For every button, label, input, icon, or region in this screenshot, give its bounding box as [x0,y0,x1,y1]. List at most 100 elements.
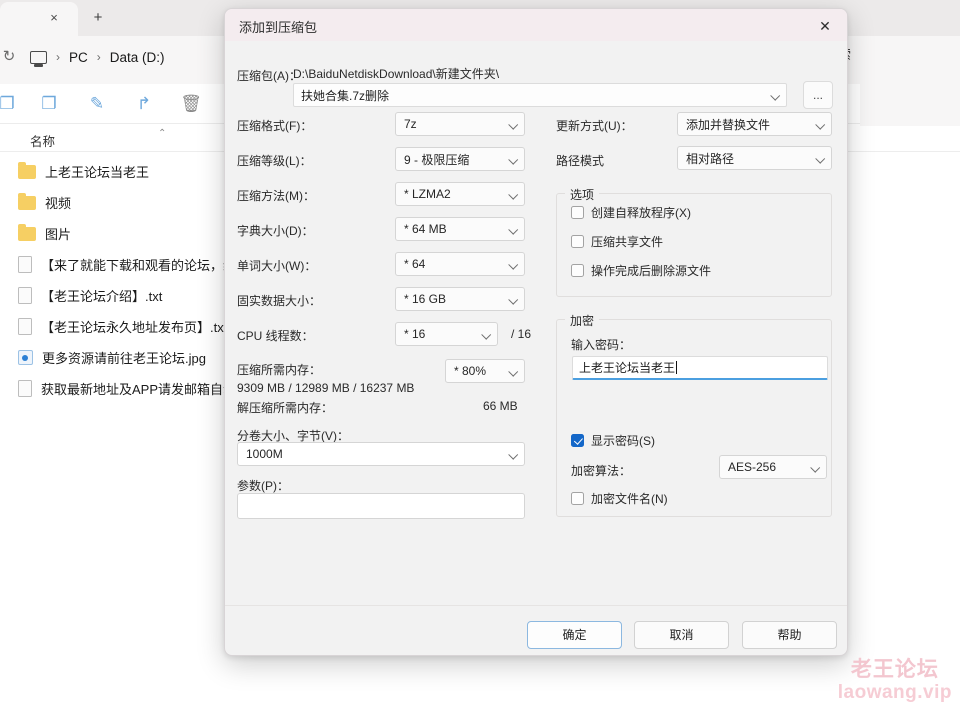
file-name: 【老王论坛永久地址发布页】.txt [41,320,228,335]
cpu-threads-label: CPU 线程数： [237,329,314,343]
file-name: 更多资源请前往老王论坛.jpg [42,351,206,366]
dictionary-size-label: 字典大小(D)： [237,224,314,238]
file-name: 【老王论坛介绍】.txt [41,289,163,304]
breadcrumb-item-data-d[interactable]: Data (D:) [110,50,165,65]
checkbox-label: 加密文件名(N) [591,492,668,506]
folder-icon [18,192,36,210]
dialog-title: 添加到压缩包 [239,20,318,35]
volume-size-input[interactable]: 1000M [237,442,525,466]
solid-block-size-label: 固实数据大小： [237,294,322,308]
breadcrumb-item-pc[interactable]: PC [69,50,88,65]
pc-icon [30,50,47,67]
encryption-algorithm-select[interactable]: AES-256 [719,455,827,479]
checkbox-delete-after[interactable]: 操作完成后删除源文件 [571,262,711,279]
document-icon [18,287,32,304]
dialog-separator [225,605,847,606]
format-select[interactable]: 7z [395,112,525,136]
update-mode-select[interactable]: 添加并替换文件 [677,112,832,136]
delete-icon[interactable]: 🗑 [178,92,204,116]
file-name: 图片 [45,227,72,242]
update-mode-value: 添加并替换文件 [686,117,771,132]
cpu-threads-value: * 16 [404,327,426,341]
screen: × + ↻ › PC › Data (D:) 索 ❐ ❐ ✎ ↱ 🗑 详细 名称… [0,0,960,708]
close-icon[interactable]: ✕ [811,15,839,37]
refresh-icon[interactable]: ↻ [0,44,22,70]
archive-name-input[interactable]: 扶她合集.7z删除 [293,83,787,107]
cpu-threads-total: / 16 [511,327,532,341]
options-group-title: 选项 [565,186,600,203]
dialog-body: 压缩包(A)： D:\BaiduNetdiskDownload\新建文件夹\ 扶… [225,41,847,655]
new-tab-icon[interactable]: + [86,7,110,29]
dialog-title-bar[interactable] [225,9,847,41]
file-name: 上老王论坛当老王 [45,165,150,180]
checkbox-icon [571,492,584,505]
password-input[interactable]: 上老王论坛当老王 [572,356,828,380]
password-value: 上老王论坛当老王 [579,361,676,375]
breadcrumb-separator: › [96,50,101,64]
word-size-value: * 64 [404,257,426,271]
memory-compress-value: 9309 MB / 12989 MB / 16237 MB [237,381,415,395]
password-label: 输入密码： [571,338,632,352]
level-value: 9 - 极限压缩 [404,152,470,167]
explorer-right-gap [860,36,960,126]
checkbox-show-password[interactable]: 显示密码(S) [571,432,655,449]
copy-icon[interactable]: ❐ [36,92,62,116]
new-item-icon[interactable]: ❐ [0,92,20,116]
word-size-select[interactable]: * 64 [395,252,525,276]
path-mode-value: 相对路径 [686,151,735,166]
image-file-icon [18,350,33,365]
dictionary-size-select[interactable]: * 64 MB [395,217,525,241]
document-icon [18,256,32,273]
method-value: * LZMA2 [404,187,451,201]
checkbox-icon [571,206,584,219]
memory-percent-select[interactable]: * 80% [445,359,525,383]
memory-compress-label: 压缩所需内存： [237,363,322,377]
parameters-label: 参数(P)： [237,479,289,493]
breadcrumb-separator: › [56,50,60,64]
checkbox-create-sfx[interactable]: 创建自释放程序(X) [571,204,691,221]
column-header-name[interactable]: 名称 [30,131,55,150]
document-icon [18,380,32,397]
dictionary-size-value: * 64 MB [404,222,447,236]
encryption-algorithm-label: 加密算法： [571,464,632,478]
archive-label: 压缩包(A)： [237,69,301,83]
file-name: 视频 [45,196,72,211]
checkbox-label: 显示密码(S) [591,434,655,448]
checkbox-compress-shared[interactable]: 压缩共享文件 [571,233,663,250]
checkbox-label: 压缩共享文件 [591,235,664,249]
path-mode-select[interactable]: 相对路径 [677,146,832,170]
close-tab-icon[interactable]: × [44,8,64,28]
checkbox-label: 创建自释放程序(X) [591,206,691,220]
word-size-label: 单词大小(W)： [237,259,317,273]
encryption-group-title: 加密 [565,312,600,329]
checkbox-icon [571,434,584,447]
explorer-tab[interactable] [0,2,78,36]
level-select[interactable]: 9 - 极限压缩 [395,147,525,171]
checkbox-icon [571,235,584,248]
checkbox-encrypt-filenames[interactable]: 加密文件名(N) [571,490,668,507]
method-select[interactable]: * LZMA2 [395,182,525,206]
folder-icon [18,161,36,179]
volume-size-value: 1000M [246,447,283,461]
folder-icon [18,223,36,241]
file-name: 获取最新地址及APP请发邮箱自动 [41,382,237,397]
memory-decompress-value: 66 MB [483,399,518,413]
rename-icon[interactable]: ✎ [84,92,110,116]
solid-block-size-select[interactable]: * 16 GB [395,287,525,311]
archive-name-value: 扶她合集.7z删除 [301,88,390,103]
document-icon [18,318,32,335]
file-name: 【来了就能下载和观看的论坛，纯绿 [41,258,250,273]
share-icon[interactable]: ↱ [131,92,157,116]
cpu-threads-select[interactable]: * 16 [395,322,498,346]
checkbox-icon [571,264,584,277]
browse-button[interactable]: ... [803,81,833,109]
checkbox-label: 操作完成后删除源文件 [591,264,712,278]
add-to-archive-dialog: 添加到压缩包 ✕ 压缩包(A)： D:\BaiduNetdiskDownload… [224,8,848,656]
parameters-input[interactable] [237,493,525,519]
ok-button[interactable]: 确定 [527,621,622,649]
path-mode-label: 路径模式 [556,154,605,168]
encryption-algorithm-value: AES-256 [728,460,777,474]
help-button[interactable]: 帮助 [742,621,837,649]
cancel-button[interactable]: 取消 [634,621,729,649]
memory-decompress-label: 解压缩所需内存： [237,401,334,415]
